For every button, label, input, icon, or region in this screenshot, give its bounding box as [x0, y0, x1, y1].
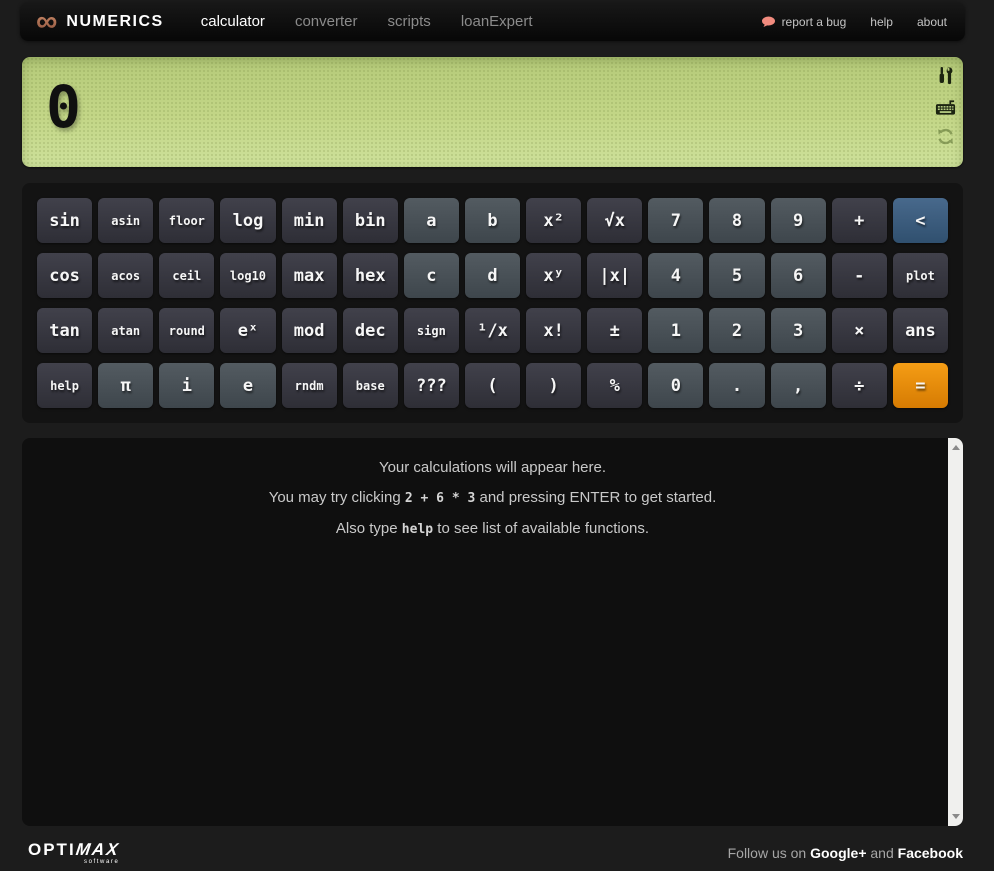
btn-2[interactable]: 2	[709, 308, 764, 353]
btn-unknown[interactable]: ???	[404, 363, 459, 408]
btn-plus[interactable]: +	[832, 198, 887, 243]
btn-x-squared[interactable]: x²	[526, 198, 581, 243]
nav-tab-converter[interactable]: converter	[280, 13, 373, 30]
nav-tab-loanexpert[interactable]: loanExpert	[446, 13, 548, 30]
btn-var-b[interactable]: b	[465, 198, 520, 243]
btn-factorial[interactable]: x!	[526, 308, 581, 353]
btn-help[interactable]: help	[37, 363, 92, 408]
btn-atan[interactable]: atan	[98, 308, 153, 353]
output-line-1: Your calculations will appear here.	[22, 453, 963, 483]
btn-comma[interactable]: ,	[771, 363, 826, 408]
btn-bin[interactable]: bin	[343, 198, 398, 243]
optimax-logo-sub: software	[66, 859, 119, 865]
btn-mod[interactable]: mod	[282, 308, 337, 353]
btn-sqrt[interactable]: √x	[587, 198, 642, 243]
btn-paren-open[interactable]: (	[465, 363, 520, 408]
refresh-icon[interactable]	[935, 126, 956, 147]
btn-backspace[interactable]: <	[893, 198, 948, 243]
btn-hex[interactable]: hex	[343, 253, 398, 298]
btn-multiply[interactable]: ×	[832, 308, 887, 353]
output-line-2: You may try clicking 2 + 6 * 3 and press…	[22, 483, 963, 514]
nav-tab-scripts[interactable]: scripts	[372, 13, 445, 30]
scroll-down-arrow-icon[interactable]	[948, 808, 963, 824]
optimax-logo-max: MAX	[74, 841, 120, 858]
btn-5[interactable]: 5	[709, 253, 764, 298]
btn-cos[interactable]: cos	[37, 253, 92, 298]
btn-min[interactable]: min	[282, 198, 337, 243]
btn-log[interactable]: log	[220, 198, 275, 243]
btn-var-a[interactable]: a	[404, 198, 459, 243]
help-keyword: help	[402, 522, 433, 537]
output-scrollbar[interactable]	[948, 438, 963, 826]
optimax-logo: OPTIMAX software	[28, 841, 119, 865]
keyboard-icon[interactable]	[935, 96, 956, 117]
bug-speech-bubble-icon	[761, 16, 776, 28]
btn-e-pow-x[interactable]: eˣ	[220, 308, 275, 353]
brand-title: NUMERICS	[66, 13, 163, 31]
btn-acos[interactable]: acos	[98, 253, 153, 298]
btn-0[interactable]: 0	[648, 363, 703, 408]
help-link[interactable]: help	[870, 15, 893, 29]
btn-reciprocal[interactable]: ¹/x	[465, 308, 520, 353]
btn-rndm[interactable]: rndm	[282, 363, 337, 408]
btn-percent[interactable]: %	[587, 363, 642, 408]
btn-6[interactable]: 6	[771, 253, 826, 298]
output-line-3: Also type help to see list of available …	[22, 514, 963, 545]
btn-dot[interactable]: .	[709, 363, 764, 408]
report-a-bug-label: report a bug	[782, 15, 847, 29]
btn-pi[interactable]: π	[98, 363, 153, 408]
keypad: sinasinfloorlogminbinabx²√x789+<cosacosc…	[22, 183, 963, 423]
btn-base[interactable]: base	[343, 363, 398, 408]
btn-i[interactable]: i	[159, 363, 214, 408]
btn-1[interactable]: 1	[648, 308, 703, 353]
btn-8[interactable]: 8	[709, 198, 764, 243]
btn-plot[interactable]: plot	[893, 253, 948, 298]
facebook-link[interactable]: Facebook	[898, 845, 963, 861]
btn-x-pow-y[interactable]: xʸ	[526, 253, 581, 298]
output-panel: Your calculations will appear here. You …	[22, 438, 963, 826]
btn-tan[interactable]: tan	[37, 308, 92, 353]
optimax-logo-opti: OPTI	[28, 841, 76, 858]
btn-max[interactable]: max	[282, 253, 337, 298]
calculator-display: 0	[22, 57, 963, 167]
nav-right-links: report a bug help about	[761, 15, 947, 29]
google-plus-link[interactable]: Google+	[810, 845, 866, 861]
report-a-bug-link[interactable]: report a bug	[761, 15, 847, 29]
btn-log10[interactable]: log10	[220, 253, 275, 298]
btn-sin[interactable]: sin	[37, 198, 92, 243]
btn-e[interactable]: e	[220, 363, 275, 408]
btn-ans[interactable]: ans	[893, 308, 948, 353]
about-link[interactable]: about	[917, 15, 947, 29]
btn-4[interactable]: 4	[648, 253, 703, 298]
scroll-up-arrow-icon[interactable]	[948, 440, 963, 456]
display-value: 0	[46, 73, 81, 141]
btn-3[interactable]: 3	[771, 308, 826, 353]
infinity-logo-icon: ∞	[36, 7, 57, 37]
btn-ceil[interactable]: ceil	[159, 253, 214, 298]
display-icon-column	[935, 66, 956, 147]
tools-icon[interactable]	[935, 66, 956, 87]
follow-us-text: Follow us on Google+ and Facebook	[728, 845, 963, 861]
btn-plus-minus[interactable]: ±	[587, 308, 642, 353]
welcome-messages: Your calculations will appear here. You …	[22, 438, 963, 545]
btn-paren-close[interactable]: )	[526, 363, 581, 408]
btn-equals[interactable]: =	[893, 363, 948, 408]
btn-var-d[interactable]: d	[465, 253, 520, 298]
btn-sign[interactable]: sign	[404, 308, 459, 353]
btn-abs[interactable]: |x|	[587, 253, 642, 298]
btn-var-c[interactable]: c	[404, 253, 459, 298]
example-expression: 2 + 6 * 3	[405, 491, 475, 506]
nav-tabs: calculator converter scripts loanExpert	[186, 13, 548, 30]
btn-9[interactable]: 9	[771, 198, 826, 243]
btn-minus[interactable]: -	[832, 253, 887, 298]
btn-divide[interactable]: ÷	[832, 363, 887, 408]
navbar: ∞ NUMERICS calculator converter scripts …	[20, 2, 965, 41]
nav-tab-calculator[interactable]: calculator	[186, 13, 280, 30]
btn-asin[interactable]: asin	[98, 198, 153, 243]
btn-dec[interactable]: dec	[343, 308, 398, 353]
btn-round[interactable]: round	[159, 308, 214, 353]
btn-floor[interactable]: floor	[159, 198, 214, 243]
btn-7[interactable]: 7	[648, 198, 703, 243]
